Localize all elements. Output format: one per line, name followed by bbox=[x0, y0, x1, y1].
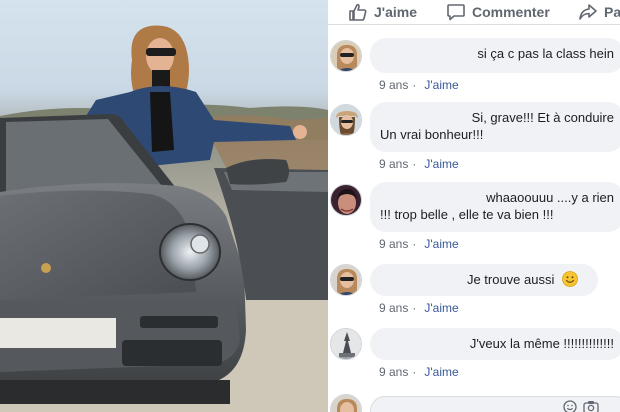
comment-meta: 9 ans · J'aime bbox=[379, 157, 459, 171]
comment-text: Je trouve aussi bbox=[466, 272, 555, 287]
smiley-emoji-icon bbox=[562, 271, 578, 291]
avatar[interactable] bbox=[330, 40, 362, 72]
comment-button-label: Commenter bbox=[472, 4, 550, 20]
comment-timestamp: 9 ans bbox=[379, 365, 409, 379]
comment-like-link[interactable]: J'aime bbox=[424, 78, 458, 92]
comment-bubble: si ça c pas la class hein bbox=[370, 38, 620, 73]
comment-text: J'veux la même !!!!!!!!!!!!!! bbox=[469, 336, 614, 351]
thumbs-up-icon bbox=[349, 3, 367, 21]
avatar-photo bbox=[331, 41, 361, 71]
share-arrow-icon bbox=[579, 4, 597, 20]
speech-bubble-icon bbox=[447, 4, 465, 21]
comments-panel: J'aime Commenter Pa si ça c pas la class… bbox=[328, 0, 620, 412]
like-button-label: J'aime bbox=[374, 4, 418, 20]
comment-text: Si, grave!!! Et à conduire bbox=[471, 110, 614, 125]
avatar-photo bbox=[331, 329, 361, 359]
comment-meta: 9 ans · J'aime bbox=[379, 78, 459, 92]
avatar-photo bbox=[331, 395, 361, 412]
comment-bubble: Je trouve aussi bbox=[370, 264, 598, 296]
avatar-photo bbox=[331, 105, 361, 135]
share-button[interactable]: Pa bbox=[578, 0, 620, 24]
comment-button[interactable]: Commenter bbox=[446, 0, 550, 24]
avatar[interactable] bbox=[330, 184, 362, 216]
comment-text: Un vrai bonheur!!! bbox=[380, 127, 484, 142]
reply-input[interactable] bbox=[370, 396, 620, 412]
avatar[interactable] bbox=[330, 104, 362, 136]
comment-timestamp: 9 ans bbox=[379, 237, 409, 251]
like-button[interactable]: J'aime bbox=[348, 0, 417, 24]
comment-text: !!! trop belle , elle te va bien !!! bbox=[380, 207, 554, 222]
comment-bubble: J'veux la même !!!!!!!!!!!!!! bbox=[370, 328, 620, 360]
comment-like-link[interactable]: J'aime bbox=[424, 365, 458, 379]
comment-bubble: whaaoouuu ....y a rien !!! trop belle , … bbox=[370, 182, 620, 232]
comment-like-link[interactable]: J'aime bbox=[424, 237, 458, 251]
avatar-photo bbox=[331, 265, 361, 295]
current-user-avatar bbox=[330, 394, 362, 412]
comment-meta: 9 ans · J'aime bbox=[379, 237, 459, 251]
emoji-icon[interactable] bbox=[563, 400, 577, 412]
post-photo[interactable] bbox=[0, 0, 328, 412]
comment-timestamp: 9 ans bbox=[379, 78, 409, 92]
reply-input-icons bbox=[563, 400, 599, 412]
photo-woman-with-convertible bbox=[0, 25, 328, 412]
comment-like-link[interactable]: J'aime bbox=[424, 157, 458, 171]
comment-bubble: Si, grave!!! Et à conduire Un vrai bonhe… bbox=[370, 102, 620, 152]
comment-meta: 9 ans · J'aime bbox=[379, 301, 459, 315]
avatar-photo bbox=[331, 185, 361, 215]
comment-timestamp: 9 ans bbox=[379, 301, 409, 315]
comment-text: whaaoouuu ....y a rien bbox=[486, 190, 614, 205]
comment-meta: 9 ans · J'aime bbox=[379, 365, 459, 379]
post-action-bar: J'aime Commenter Pa bbox=[328, 0, 620, 25]
comment-like-link[interactable]: J'aime bbox=[424, 301, 458, 315]
camera-icon[interactable] bbox=[583, 400, 599, 412]
comment-text: si ça c pas la class hein bbox=[477, 46, 614, 61]
share-button-label: Pa bbox=[604, 4, 620, 20]
avatar[interactable] bbox=[330, 328, 362, 360]
comment-timestamp: 9 ans bbox=[379, 157, 409, 171]
avatar[interactable] bbox=[330, 264, 362, 296]
